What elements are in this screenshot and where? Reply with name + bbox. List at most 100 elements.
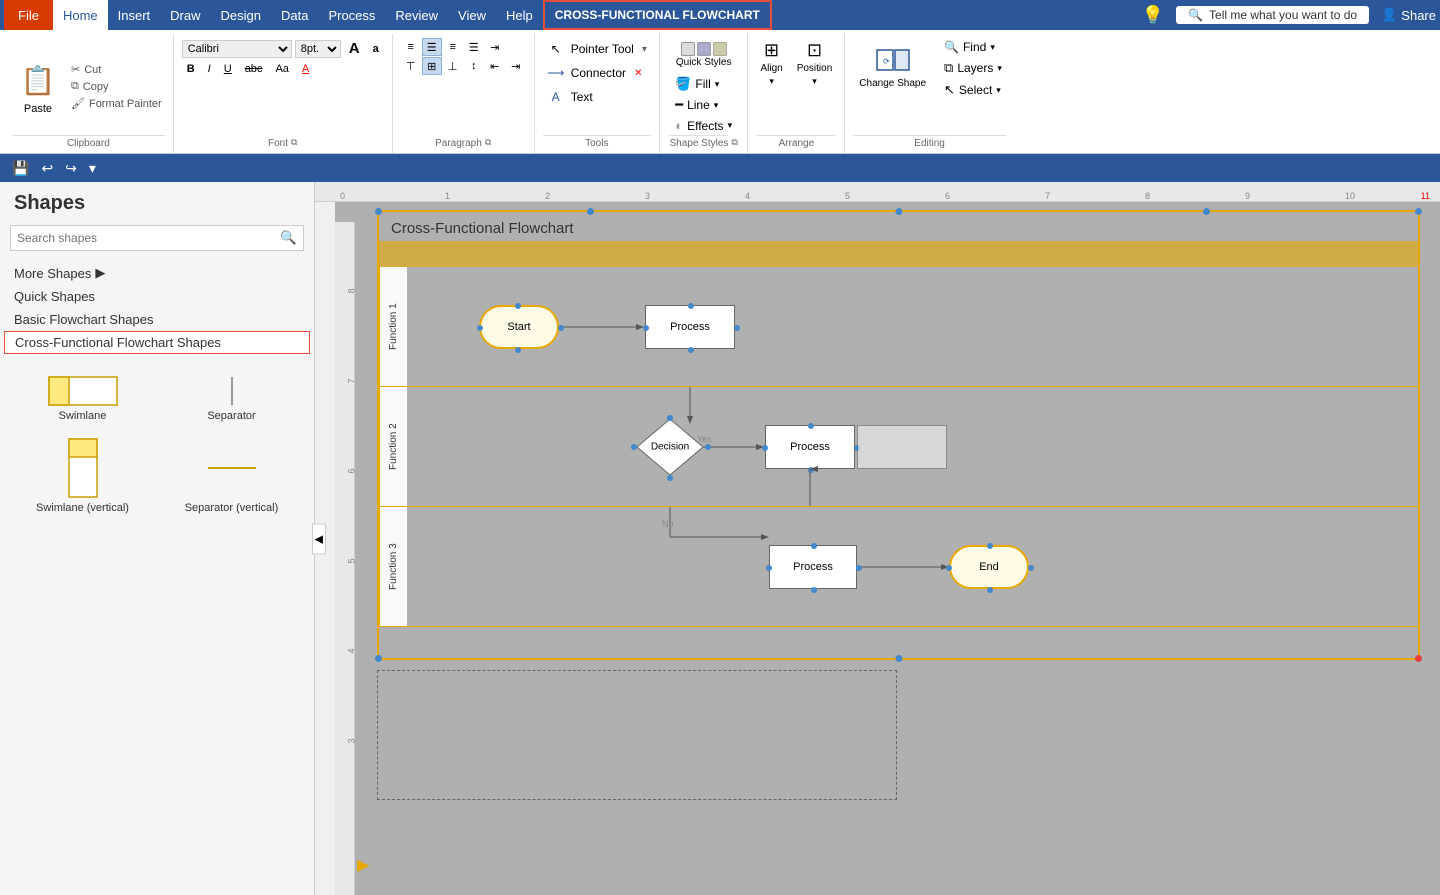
p2-handle-t[interactable] (808, 423, 814, 429)
menu-insert[interactable]: Insert (108, 0, 161, 30)
tell-me-box[interactable]: 🔍 Tell me what you want to do (1176, 6, 1369, 24)
line-button[interactable]: ━ Line ▾ (671, 95, 722, 115)
position-button[interactable]: ⊡ Position ▾ (793, 38, 837, 89)
handle-tr[interactable] (1415, 208, 1422, 215)
menu-review[interactable]: Review (385, 0, 448, 30)
font-size-select[interactable]: 8pt. (295, 40, 341, 58)
align-button[interactable]: ⊞ Align ▾ (756, 38, 786, 89)
share-button[interactable]: 👤 Share (1381, 7, 1436, 23)
format-painter-button[interactable]: 🖌 Format Painter (68, 96, 165, 111)
italic-button[interactable]: I (203, 61, 216, 77)
process2-shape[interactable]: Process (765, 425, 855, 469)
menu-process[interactable]: Process (318, 0, 385, 30)
p3-handle-r[interactable] (856, 565, 862, 571)
process1-shape[interactable]: Process (645, 305, 735, 349)
end-handle-b[interactable] (987, 587, 993, 593)
dec-handle-t[interactable] (667, 415, 673, 421)
p1-handle-r[interactable] (734, 325, 740, 331)
pointer-dropdown-icon[interactable]: ▾ (642, 44, 647, 55)
underline-button[interactable]: U (219, 61, 237, 77)
p2-handle-l[interactable] (762, 445, 768, 451)
p1-handle-l[interactable] (643, 325, 649, 331)
menu-design[interactable]: Design (211, 0, 271, 30)
p3-handle-b[interactable] (811, 587, 817, 593)
find-button[interactable]: 🔍 Find ▾ (940, 38, 999, 56)
handle-top[interactable] (895, 208, 902, 215)
swimlane-shape[interactable]: Swimlane (12, 372, 153, 426)
align-right-button[interactable]: ≡ (443, 38, 463, 56)
pointer-tool-button[interactable]: ↖ Pointer Tool ▾ (543, 38, 651, 60)
position-dropdown-icon[interactable]: ▾ (812, 76, 817, 87)
valign-bottom-button[interactable]: ⊥ (443, 57, 463, 75)
effects-dropdown-icon[interactable]: ▾ (728, 120, 733, 131)
dec-handle-r[interactable] (705, 444, 711, 450)
scroll-arrow-left[interactable]: ▶ (357, 855, 369, 875)
line-dropdown-icon[interactable]: ▾ (714, 100, 719, 111)
decision-label[interactable]: Decision (651, 442, 689, 453)
fill-dropdown-icon[interactable]: ▾ (715, 79, 720, 90)
qa-dropdown-button[interactable]: ▾ (85, 158, 100, 179)
decrease-indent-button[interactable]: ⇤ (485, 57, 505, 75)
p2-handle-b[interactable] (808, 467, 814, 473)
p3-handle-t[interactable] (811, 543, 817, 549)
quick-styles-button[interactable]: Quick Styles (668, 38, 740, 72)
paragraph-expand-icon[interactable]: ⧉ (485, 137, 491, 148)
start-handle-l[interactable] (477, 325, 483, 331)
valign-top-button[interactable]: ⊤ (401, 57, 421, 75)
handle-top-l[interactable] (587, 208, 594, 215)
more-shapes-item[interactable]: More Shapes ▶ (0, 261, 314, 285)
dec-handle-l[interactable] (631, 444, 637, 450)
handle-br[interactable] (1415, 655, 1422, 662)
select-button[interactable]: ↖ Select ▾ (940, 80, 1005, 100)
text-dir-button[interactable]: ↕ (464, 57, 484, 75)
separator-shape[interactable]: Separator (161, 372, 302, 426)
font-color-button[interactable]: A (297, 61, 314, 77)
strikethrough-button[interactable]: abc (240, 61, 268, 77)
menu-home[interactable]: Home (53, 0, 108, 30)
valign-mid-button[interactable]: ⊞ (422, 57, 442, 75)
cut-button[interactable]: ✂ Cut (68, 62, 165, 77)
connector-tool-button[interactable]: ⟶ Connector ✕ (543, 62, 647, 84)
quick-shapes-item[interactable]: Quick Shapes (0, 285, 314, 308)
case-button[interactable]: Aa (270, 61, 293, 77)
start-handle-r[interactable] (558, 325, 564, 331)
list-button[interactable]: ☰ (464, 38, 484, 56)
copy-button[interactable]: ⧉ Copy (68, 79, 165, 94)
layers-dropdown-icon[interactable]: ▾ (997, 63, 1002, 74)
search-button[interactable]: 🔍 (274, 226, 303, 250)
separator-v-shape[interactable]: Separator (vertical) (161, 434, 302, 518)
font-name-select[interactable]: Calibri (182, 40, 292, 58)
bold-button[interactable]: B (182, 61, 200, 77)
handle-bottom[interactable] (895, 655, 902, 662)
menu-help[interactable]: Help (496, 0, 543, 30)
save-qa-button[interactable]: 💾 (8, 158, 33, 179)
start-handle-b[interactable] (515, 347, 521, 353)
font-expand-icon[interactable]: ⧉ (291, 137, 297, 148)
change-shape-button[interactable]: ⟳ Change Shape (853, 38, 932, 93)
align-dropdown-icon[interactable]: ▾ (769, 76, 774, 87)
p1-handle-b[interactable] (688, 347, 694, 353)
align-center-button[interactable]: ☰ (422, 38, 442, 56)
menu-file[interactable]: File (4, 0, 53, 30)
swimlane-v-shape[interactable]: Swimlane (vertical) (12, 434, 153, 518)
context-tab-flowchart[interactable]: CROSS-FUNCTIONAL FLOWCHART (543, 0, 772, 30)
menu-draw[interactable]: Draw (160, 0, 210, 30)
sidebar-collapse-button[interactable]: ◀ (312, 523, 326, 554)
increase-indent-button[interactable]: ⇥ (485, 38, 505, 56)
select-dropdown-icon[interactable]: ▾ (996, 85, 1001, 96)
align-left-button[interactable]: ≡ (401, 38, 421, 56)
start-shape[interactable]: Start (479, 305, 559, 349)
text-tool-button[interactable]: A Text (543, 86, 597, 108)
font-shrink-button[interactable]: a (368, 41, 384, 57)
dec-handle-b[interactable] (667, 475, 673, 481)
menu-view[interactable]: View (448, 0, 496, 30)
end-handle-l[interactable] (946, 565, 952, 571)
handle-tl[interactable] (375, 208, 382, 215)
basic-flowchart-shapes-item[interactable]: Basic Flowchart Shapes (0, 308, 314, 331)
start-handle-t[interactable] (515, 303, 521, 309)
fill-button[interactable]: 🪣 Fill ▾ (671, 74, 723, 94)
undo-qa-button[interactable]: ↩ (37, 158, 57, 179)
end-handle-r[interactable] (1028, 565, 1034, 571)
process3-shape[interactable]: Process (769, 545, 857, 589)
effects-button[interactable]: ◐ Effects ▾ (671, 116, 736, 135)
